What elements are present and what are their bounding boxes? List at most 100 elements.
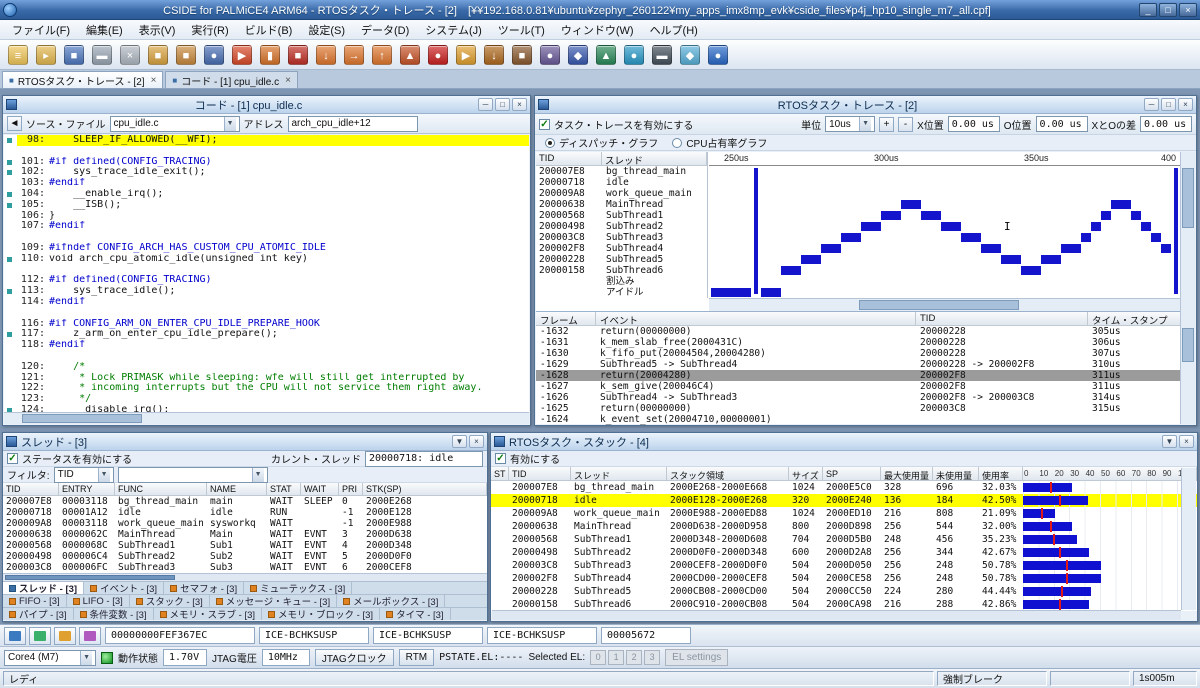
code-line[interactable]: 106:} [4, 211, 529, 222]
thread-column-header[interactable]: FUNC [115, 483, 207, 496]
panel-close-icon[interactable]: × [1179, 435, 1194, 448]
close-icon[interactable]: × [283, 75, 291, 86]
step-in-button[interactable]: ↓ [313, 42, 339, 68]
code-line[interactable]: 117: z_arm_on_enter_cpu_idle_prepare(); [4, 329, 529, 340]
jtag-clock-button[interactable]: JTAGクロック [315, 649, 394, 666]
event-row[interactable]: -1631k_mem_slab_free(2000431C)2000022830… [536, 337, 1195, 348]
panel-close-icon[interactable]: × [1178, 98, 1193, 111]
paste-button[interactable]: ■ [173, 42, 199, 68]
thread-column-header[interactable]: ENTRY [59, 483, 115, 496]
breakpoint-dot[interactable] [7, 138, 12, 143]
event-column-header[interactable]: タイム・スタンプ [1088, 312, 1195, 326]
event-row[interactable]: -1630k_fifo_put(20004504,20004280)200002… [536, 348, 1195, 359]
filter-select[interactable]: TID ▼ [54, 467, 114, 483]
x-pos-field[interactable]: 0.00 us [948, 116, 1000, 132]
doc-tab-2[interactable]: ■コード - [1] cpu_idle.c× [165, 71, 298, 88]
dock-panel-1-button[interactable] [4, 627, 26, 645]
save-button[interactable]: ■ [61, 42, 87, 68]
panel-tab-3-5[interactable]: タイマ - [3] [380, 608, 451, 620]
scroll-thumb[interactable] [1182, 328, 1194, 362]
graph-vscrollbar[interactable] [1180, 152, 1195, 312]
stop-button[interactable]: ■ [285, 42, 311, 68]
panel-tab-3-4[interactable]: メモリ・ブロック - [3] [262, 608, 380, 620]
code-line[interactable]: 120: /* [4, 362, 529, 373]
run-to-cursor-button[interactable]: ▶ [453, 42, 479, 68]
xo-diff-field[interactable]: 0.00 us [1140, 116, 1192, 132]
code-line[interactable]: 105: __ISB(); [4, 200, 529, 211]
menu-item-1[interactable]: ファイル(F) [4, 19, 78, 41]
terminal-button[interactable]: ▬ [649, 42, 675, 68]
el-button-0[interactable]: 0 [590, 650, 606, 665]
panel-minimize-icon[interactable]: ─ [478, 98, 493, 111]
dispatch-graph-radio[interactable]: ディスパッチ・グラフ [545, 135, 658, 150]
reset-button[interactable]: ▲ [397, 42, 423, 68]
panel-tab-3-2[interactable]: 条件変数 - [3] [74, 608, 154, 620]
panel-tab-2-5[interactable]: メールボックス - [3] [337, 595, 445, 607]
core-select[interactable]: Core4 (M7) ▼ [4, 650, 96, 666]
dispatch-graph[interactable]: TID スレッド 200007E8bg_thread_main20000718i… [536, 152, 1195, 312]
code-line[interactable] [4, 232, 529, 243]
stack-column-header[interactable]: ST [491, 467, 509, 481]
code-line[interactable]: 104: __enable_irq(); [4, 189, 529, 200]
print-button[interactable]: ▬ [89, 42, 115, 68]
stack-column-header[interactable]: スレッド [571, 467, 667, 481]
rtm-button[interactable]: RTM [399, 649, 434, 666]
code-line[interactable]: 112:#if defined(CONFIG_TRACING) [4, 275, 529, 286]
el-button-3[interactable]: 3 [644, 650, 660, 665]
stack-table-row[interactable]: 20000638MainThread2000D638-2000D95880020… [491, 520, 1197, 533]
stack-column-header[interactable]: SP [823, 467, 881, 481]
watch-button[interactable]: ● [537, 42, 563, 68]
o-pos-field[interactable]: 0.00 us [1036, 116, 1088, 132]
stack-table-row[interactable]: 200007E8bg_thread_main2000E268-2000E6681… [491, 481, 1197, 494]
code-line[interactable]: 116:#if CONFIG_ARM_ON_ENTER_CPU_IDLE_PRE… [4, 319, 529, 330]
graph-thread-row[interactable]: 200002F8SubThread4 [536, 243, 707, 254]
panel-tab-2-3[interactable]: スタック - [3] [130, 595, 210, 607]
scroll-thumb[interactable] [22, 414, 142, 423]
code-line[interactable]: 98: SLEEP_IF_ALLOWED(__WFI); [4, 135, 529, 146]
thread-column-header[interactable]: PRI [339, 483, 363, 496]
code-hscrollbar[interactable] [4, 412, 529, 424]
step-out-button[interactable]: ↑ [369, 42, 395, 68]
close-icon[interactable]: × [149, 75, 157, 86]
stack-column-header[interactable]: 使用率 [979, 467, 1023, 481]
stack-column-header[interactable]: スタック領域 [667, 467, 789, 481]
code-line[interactable]: 118:#endif [4, 340, 529, 351]
thread-column-header[interactable]: STK(SP) [363, 483, 487, 496]
panel-tab-2-2[interactable]: LIFO - [3] [67, 595, 130, 607]
thread-column-header[interactable]: WAIT [301, 483, 339, 496]
graph-thread-row[interactable]: 200009A8work_queue_main [536, 188, 707, 199]
menu-item-3[interactable]: 表示(V) [131, 19, 184, 41]
breakpoint-dot[interactable] [7, 170, 12, 175]
panel-close-icon[interactable]: × [469, 435, 484, 448]
thread-table-row[interactable]: 20000498000006C4SubThread2Sub2WAITEVNT52… [3, 551, 487, 562]
thread-hscrollbar[interactable] [3, 573, 487, 581]
stack-table-row[interactable]: 200002F8SubThread42000CD00-2000CEF850420… [491, 572, 1197, 585]
thread-column-header[interactable]: TID [3, 483, 59, 496]
cpu-usage-graph-radio[interactable]: CPU占有率グラフ [672, 135, 767, 150]
thread-table-row[interactable]: 200005680000068CSubThread1Sub1WAITEVNT42… [3, 540, 487, 551]
stack-table-row[interactable]: 200009A8work_queue_main2000E988-2000ED88… [491, 507, 1197, 520]
code-line[interactable] [4, 308, 529, 319]
sync-button[interactable]: ◆ [677, 42, 703, 68]
code-line[interactable]: 114:#endif [4, 297, 529, 308]
panel-tab-3-1[interactable]: パイプ - [3] [3, 608, 74, 620]
status-enable-checkbox[interactable]: ✓ [7, 453, 18, 464]
event-row[interactable]: -1625return(00000000)200003C8315us [536, 403, 1195, 414]
panel-tab-1-2[interactable]: イベント - [3] [84, 582, 164, 594]
maximize-button[interactable]: □ [1159, 3, 1177, 17]
thread-table-row[interactable]: 200007E800003118bg_thread_mainmainWAITSL… [3, 496, 487, 507]
trace-button[interactable]: ◆ [565, 42, 591, 68]
graph-thread-row[interactable]: 200007E8bg_thread_main [536, 166, 707, 177]
scroll-thumb[interactable] [5, 575, 175, 580]
search-button[interactable]: ● [201, 42, 227, 68]
event-row[interactable]: -1624k_event_set(20004710,00000001) [536, 414, 1195, 425]
stack-table-row[interactable]: 20000718idle2000E128-2000E2683202000E240… [491, 494, 1197, 507]
breakpoint-dot[interactable] [7, 332, 12, 337]
panel-tab-2-1[interactable]: FIFO - [3] [3, 595, 67, 607]
code-line[interactable]: 107:#endif [4, 221, 529, 232]
source-file-select[interactable]: cpu_idle.c ▼ [110, 116, 240, 132]
event-row[interactable]: -1626SubThread4 -> SubThread3200002F8 ->… [536, 392, 1195, 403]
panel-minimize-icon[interactable]: ─ [1144, 98, 1159, 111]
panel-tab-1-1[interactable]: スレッド - [3] [3, 582, 84, 594]
event-row[interactable]: -1632return(00000000)20000228305us [536, 326, 1195, 337]
